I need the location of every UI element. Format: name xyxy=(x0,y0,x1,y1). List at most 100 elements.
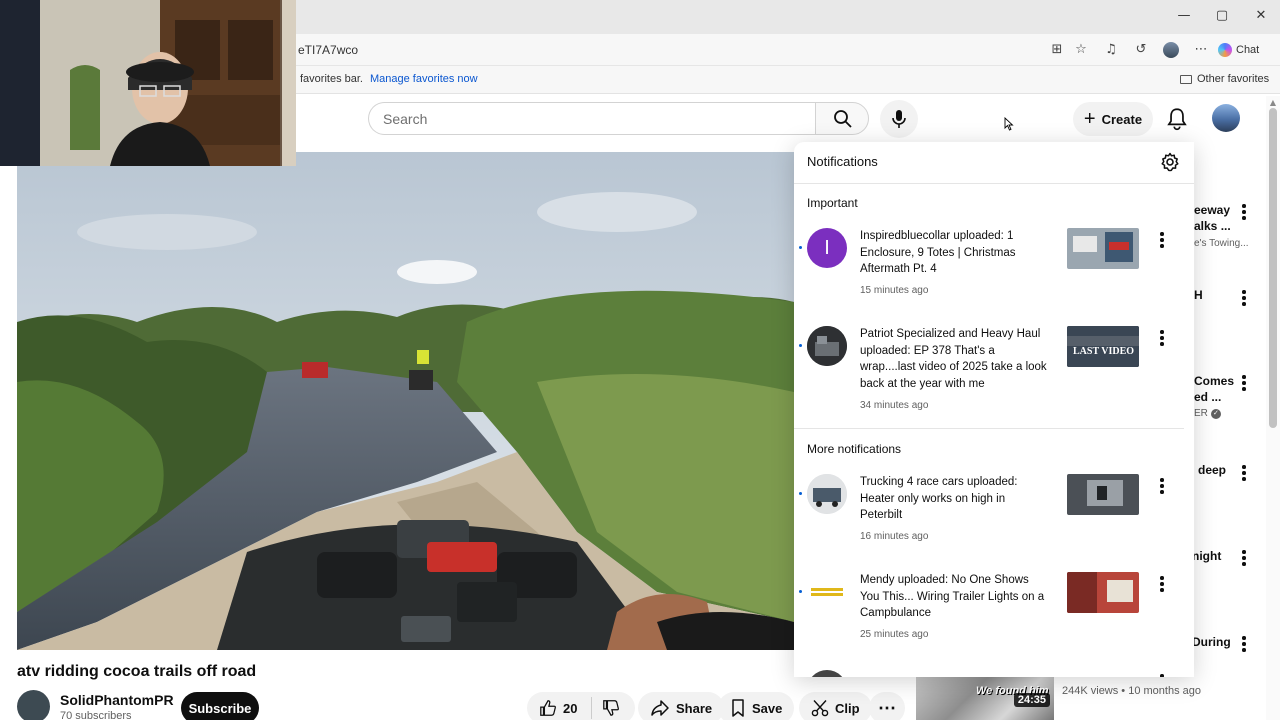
sidebar-item-5-title[interactable]: night xyxy=(1192,548,1221,564)
sidebar-item-4-title[interactable]: deep xyxy=(1198,462,1226,478)
more-horizontal-icon: ⋯ xyxy=(878,697,896,718)
notification-time: 16 minutes ago xyxy=(860,531,929,542)
video-player[interactable] xyxy=(17,152,794,650)
notification-text: Patriot Specialized and Heavy Haul uploa… xyxy=(860,328,1047,390)
other-favorites-label: Other favorites xyxy=(1197,73,1270,85)
section-divider xyxy=(794,428,1184,429)
notification-item[interactable]: Mendy uploaded: No One Shows You This...… xyxy=(794,572,1194,648)
notifications-bell-icon[interactable] xyxy=(1164,106,1190,132)
notification-menu-icon[interactable] xyxy=(1160,478,1164,496)
sidebar-item-2-menu-icon[interactable] xyxy=(1242,290,1246,308)
notification-avatar xyxy=(807,326,847,366)
voice-search-button[interactable] xyxy=(880,100,918,138)
apps-grid-icon[interactable]: ⊞ xyxy=(1048,42,1066,58)
other-favorites-button[interactable]: Other favorites xyxy=(1180,73,1269,85)
channel-avatar[interactable] xyxy=(17,690,50,720)
notification-time: 15 minutes ago xyxy=(860,285,929,296)
close-icon[interactable]: ✕ xyxy=(1251,8,1271,23)
notification-time: 34 minutes ago xyxy=(860,400,929,411)
sidebar-video-thumbnail[interactable]: We found him 24:35 xyxy=(916,677,1054,720)
webcam-image xyxy=(0,0,296,166)
notification-menu-icon[interactable] xyxy=(1160,232,1164,250)
sidebar-item-1-line1: eeway xyxy=(1194,203,1231,217)
subscriber-count: 70 subscribers xyxy=(60,710,132,720)
share-button[interactable]: Share xyxy=(638,692,725,720)
like-divider xyxy=(591,697,593,719)
notification-time: 25 minutes ago xyxy=(860,629,929,640)
share-label: Share xyxy=(676,700,713,716)
gear-icon[interactable] xyxy=(1160,152,1180,172)
notification-text: Inspiredbluecollar uploaded: 1 Enclosure… xyxy=(860,230,1016,275)
unread-dot xyxy=(799,492,802,495)
scroll-up-icon[interactable]: ▲ xyxy=(1268,98,1278,107)
channel-name[interactable]: SolidPhantomPR xyxy=(60,692,174,708)
thumbs-down-icon[interactable] xyxy=(602,699,620,717)
notifications-title: Notifications xyxy=(807,154,878,169)
account-avatar[interactable] xyxy=(1212,104,1240,132)
notification-item[interactable]: Patriot Specialized and Heavy Haul uploa… xyxy=(794,326,1194,416)
plus-icon: + xyxy=(1083,108,1096,130)
chat-label: Chat xyxy=(1236,44,1260,56)
sidebar-item-2-title[interactable]: H xyxy=(1194,287,1203,303)
notification-avatar xyxy=(807,670,847,677)
thumbs-up-icon xyxy=(540,700,556,716)
unread-dot xyxy=(799,246,802,249)
manage-favorites-link[interactable]: Manage favorites now xyxy=(370,73,478,85)
notification-menu-icon[interactable] xyxy=(1160,674,1164,677)
video-duration: 24:35 xyxy=(1013,693,1050,707)
favorite-star-icon[interactable]: ☆ xyxy=(1072,42,1090,58)
notification-text: Mendy uploaded: No One Shows You This...… xyxy=(860,574,1045,619)
video-frame xyxy=(17,152,794,650)
like-button[interactable]: 20 xyxy=(539,699,577,717)
more-menu-icon[interactable]: ⋯ xyxy=(1192,42,1210,58)
subscribe-button[interactable]: Subscribe xyxy=(181,692,259,720)
notification-item[interactable] xyxy=(794,670,1194,677)
sidebar-video-meta: 244K views • 10 months ago xyxy=(1062,685,1201,697)
sidebar-item-3-menu-icon[interactable] xyxy=(1242,375,1246,393)
sidebar-item-1-title[interactable]: eeway alks ... xyxy=(1194,202,1231,234)
url-text[interactable]: eTI7A7wco xyxy=(298,43,358,57)
sidebar-item-1-menu-icon[interactable] xyxy=(1242,204,1246,222)
search-button[interactable] xyxy=(815,102,869,135)
search-input[interactable]: Search xyxy=(368,102,816,135)
copilot-chat-button[interactable]: Chat xyxy=(1218,41,1259,59)
create-button[interactable]: + Create xyxy=(1073,102,1153,136)
sidebar-item-3-channel-name: ER xyxy=(1194,408,1208,419)
notification-thumbnail xyxy=(1067,228,1139,269)
notification-menu-icon[interactable] xyxy=(1160,576,1164,594)
profile-icon[interactable] xyxy=(1162,42,1180,58)
notification-menu-icon[interactable] xyxy=(1160,330,1164,348)
maximize-icon[interactable]: ▢ xyxy=(1212,8,1232,23)
sidebar-item-6-menu-icon[interactable] xyxy=(1242,636,1246,654)
notification-avatar xyxy=(807,572,847,612)
clip-label: Clip xyxy=(835,700,860,716)
mouse-cursor-icon xyxy=(1004,117,1014,131)
share-icon xyxy=(651,700,669,716)
notification-thumbnail: LAST VIDEO xyxy=(1067,326,1139,367)
scroll-thumb[interactable] xyxy=(1269,108,1277,428)
sidebar-item-4-menu-icon[interactable] xyxy=(1242,465,1246,483)
search-placeholder: Search xyxy=(383,111,428,127)
notification-thumbnail xyxy=(1067,474,1139,515)
scissors-icon xyxy=(811,700,829,717)
thumbnail-caption: LAST VIDEO xyxy=(1073,346,1135,357)
sidebar-item-1-channel: e's Towing... xyxy=(1194,238,1249,249)
clip-button[interactable]: Clip xyxy=(799,692,872,720)
save-button[interactable]: Save xyxy=(718,692,795,720)
notifications-header: Notifications xyxy=(794,142,1194,184)
notification-item[interactable]: Trucking 4 race cars uploaded: Heater on… xyxy=(794,474,1194,550)
microphone-icon xyxy=(892,110,906,128)
notification-item[interactable]: I Inspiredbluecollar uploaded: 1 Enclosu… xyxy=(794,228,1194,304)
sidebar-item-6-title[interactable]: During xyxy=(1192,634,1231,650)
sidebar-item-3-title[interactable]: Comes ed ... xyxy=(1194,373,1234,405)
minimize-icon[interactable]: — xyxy=(1174,8,1194,23)
media-control-icon[interactable]: ♫ xyxy=(1102,42,1120,58)
sidebar-item-3-channel: ER ✓ xyxy=(1194,408,1221,419)
history-icon[interactable]: ↺ xyxy=(1132,42,1150,58)
webcam-overlay xyxy=(0,0,296,166)
more-actions-button[interactable]: ⋯ xyxy=(869,692,905,720)
like-dislike-group: 20 xyxy=(527,692,635,720)
folder-icon xyxy=(1180,74,1192,84)
page-scrollbar[interactable]: ▲ xyxy=(1266,96,1280,720)
sidebar-item-5-menu-icon[interactable] xyxy=(1242,550,1246,568)
